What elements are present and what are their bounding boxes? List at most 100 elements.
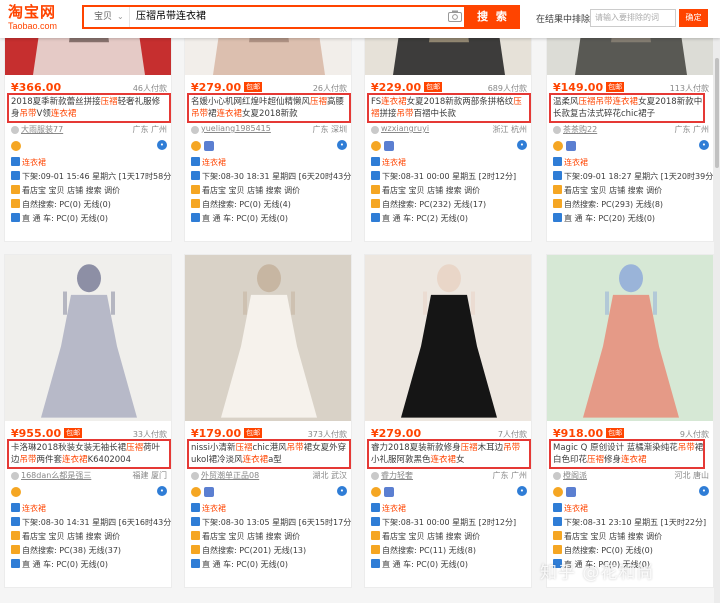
line-text: 下架:08-31 23:10 星期五 [1天时22分] <box>564 518 707 527</box>
delist-time-line: 下架:09-01 18:27 星期六 [1天20时39分] <box>553 171 713 183</box>
paid-ads-line: 直 通 车: PC(0) 无线(0) <box>191 213 351 225</box>
line-text: 下架:08-30 14:31 星期四 [6天16时43分] <box>22 518 172 527</box>
crown-icon <box>553 487 563 497</box>
paid-ads-line: 直 通 车: PC(0) 无线(0) <box>11 559 171 571</box>
product-image[interactable] <box>5 255 171 421</box>
info-icon <box>371 213 380 222</box>
shop-icon <box>553 126 561 134</box>
shop-location: 湖北 武汉 <box>312 471 347 480</box>
badge-row: • <box>553 486 709 498</box>
chat-icon[interactable]: • <box>337 486 347 496</box>
tools-line[interactable]: 看店宝 宝贝 店铺 搜索 调价 <box>191 531 351 543</box>
line-text: 看店宝 宝贝 店铺 搜索 调价 <box>202 532 301 541</box>
crown-icon <box>191 141 201 151</box>
crown-icon <box>11 487 21 497</box>
shop-link[interactable]: 168dan么都是强三 <box>21 470 91 481</box>
chat-icon[interactable]: • <box>337 140 347 150</box>
info-icon <box>553 517 562 526</box>
chat-icon[interactable]: • <box>517 486 527 496</box>
shop-link[interactable]: 大雨服装77 <box>21 124 63 135</box>
line-text: 下架:09-01 18:27 星期六 [1天20时39分] <box>564 172 714 181</box>
chat-icon[interactable]: • <box>699 486 709 496</box>
natural-search-line: 自然搜索: PC(0) 无线(0) <box>553 545 713 557</box>
product-card[interactable]: ¥179.00 包邮 373人付款 nissi小清新压褶chic港风吊带裙女夏外穿uk… <box>184 254 352 588</box>
highlight-frame <box>549 439 705 469</box>
tools-line[interactable]: 看店宝 宝贝 店铺 搜索 调价 <box>371 185 531 197</box>
top-bar: 淘宝网 Taobao.com 宝贝 ⌄ 压褶吊带连衣裙 搜 索 在结果中排除 请输… <box>0 0 720 38</box>
line-text: 直 通 车: PC(0) 无线(0) <box>202 560 288 569</box>
natural-search-line: 自然搜索: PC(0) 无线(0) <box>11 199 171 211</box>
shop-link[interactable]: 橙阁派 <box>563 470 587 481</box>
tools-line[interactable]: 看店宝 宝贝 店铺 搜索 调价 <box>553 185 713 197</box>
tools-line[interactable]: 看店宝 宝贝 店铺 搜索 调价 <box>553 531 713 543</box>
product-image[interactable] <box>185 255 351 421</box>
shop-icon <box>371 126 379 134</box>
scope-label: 宝贝 <box>94 12 113 22</box>
scrollbar[interactable] <box>714 38 720 603</box>
free-shipping-badge: 包邮 <box>244 82 263 92</box>
line-text: 自然搜索: PC(232) 无线(17) <box>382 200 487 209</box>
shop-link[interactable]: 睿力轻奢 <box>381 470 413 481</box>
category-line: 连衣裙 <box>191 503 351 515</box>
line-text: 看店宝 宝贝 店铺 搜索 调价 <box>382 186 481 195</box>
shop-row: 睿力轻奢 广东 广州 <box>371 470 527 482</box>
natural-search-line: 自然搜索: PC(38) 无线(37) <box>11 545 171 557</box>
free-shipping-badge: 包邮 <box>244 428 263 438</box>
chevron-down-icon: ⌄ <box>117 12 124 21</box>
shop-row: yueliang1985415 广东 深圳 <box>191 124 347 136</box>
product-card[interactable]: ¥955.00 包邮 33人付款 卡洛琳2018秋装女装无袖长裙压褶荷叶边吊带两件套连… <box>4 254 172 588</box>
exclude-input[interactable]: 请输入要排除的词 <box>590 9 676 27</box>
product-image[interactable] <box>547 255 713 421</box>
camera-icon[interactable] <box>448 10 462 22</box>
shop-link[interactable]: 外贸潮单正品08 <box>201 470 259 481</box>
chat-icon[interactable]: • <box>699 140 709 150</box>
chat-icon[interactable]: • <box>517 140 527 150</box>
product-card[interactable]: ¥279.00 7人付款 睿力2018夏装新款修身压褶木耳边吊带小礼服阿敦黑色连衣裙… <box>364 254 532 588</box>
info-icon <box>371 559 380 568</box>
chat-icon[interactable]: • <box>157 486 167 496</box>
shop-link[interactable]: 茶茶购22 <box>563 124 597 135</box>
product-card[interactable]: ¥918.00 包邮 9人付款 Magic Q 原创设计 蓝橘渐染纯花吊带裙 白色印花… <box>546 254 714 588</box>
info-icon <box>11 157 20 166</box>
free-shipping-badge: 包邮 <box>606 428 625 438</box>
line-text: 直 通 车: PC(2) 无线(0) <box>382 214 468 223</box>
line-text: 下架:08-31 00:00 星期五 [2时12分] <box>382 518 517 527</box>
search-button[interactable]: 搜 索 <box>466 5 520 29</box>
shop-location: 广东 广州 <box>132 125 167 134</box>
exclude-confirm-button[interactable]: 确定 <box>679 9 708 27</box>
line-text: 直 通 车: PC(20) 无线(0) <box>564 214 656 223</box>
delist-time-line: 下架:08-30 14:31 星期四 [6天16时43分] <box>11 517 171 529</box>
natural-search-line: 自然搜索: PC(11) 无线(8) <box>371 545 531 557</box>
highlight-frame <box>549 93 705 123</box>
search-scope-select[interactable]: 宝贝 ⌄ <box>84 7 130 27</box>
taobao-logo[interactable]: 淘宝网 Taobao.com <box>8 3 66 33</box>
highlight-frame <box>7 93 171 123</box>
tools-line[interactable]: 看店宝 宝贝 店铺 搜索 调价 <box>11 185 171 197</box>
info-icon <box>553 185 562 194</box>
paid-ads-line: 直 通 车: PC(0) 无线(0) <box>191 559 351 571</box>
badge-row: • <box>371 140 527 152</box>
search-input[interactable]: 压褶吊带连衣裙 <box>136 7 436 27</box>
natural-search-line: 自然搜索: PC(293) 无线(8) <box>553 199 713 211</box>
product-image[interactable] <box>365 255 531 421</box>
tools-line[interactable]: 看店宝 宝贝 店铺 搜索 调价 <box>11 531 171 543</box>
shop-location: 福建 厦门 <box>132 471 167 480</box>
line-text: 连衣裙 <box>202 504 226 513</box>
search-box: 宝贝 ⌄ 压褶吊带连衣裙 <box>82 5 466 29</box>
line-text: 连衣裙 <box>564 158 588 167</box>
info-icon <box>11 213 20 222</box>
shield-icon <box>204 141 214 151</box>
crown-icon <box>11 141 21 151</box>
info-icon <box>553 545 562 554</box>
line-text: 自然搜索: PC(201) 无线(13) <box>202 546 307 555</box>
line-text: 看店宝 宝贝 店铺 搜索 调价 <box>22 186 121 195</box>
tools-line[interactable]: 看店宝 宝贝 店铺 搜索 调价 <box>191 185 351 197</box>
chat-icon[interactable]: • <box>157 140 167 150</box>
shop-link[interactable]: wzxiangruyi <box>381 124 429 133</box>
shop-link[interactable]: yueliang1985415 <box>201 124 271 133</box>
scrollbar-thumb[interactable] <box>715 58 719 168</box>
free-shipping-badge: 包邮 <box>424 82 443 92</box>
category-line: 连衣裙 <box>191 157 351 169</box>
tools-line[interactable]: 看店宝 宝贝 店铺 搜索 调价 <box>371 531 531 543</box>
info-icon <box>191 213 200 222</box>
